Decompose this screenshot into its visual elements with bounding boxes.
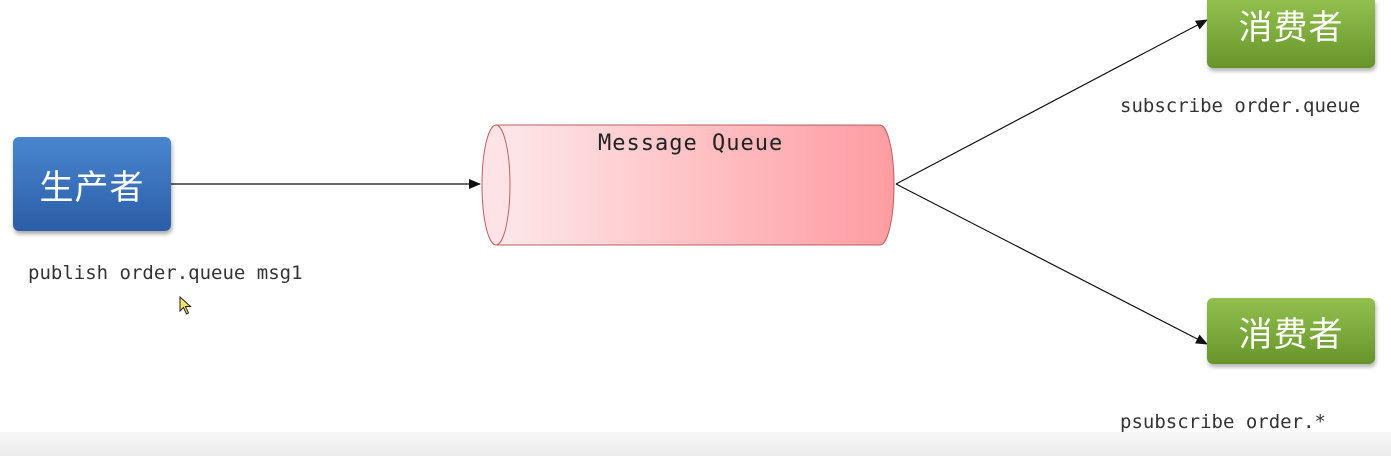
diagram-canvas — [171, 19, 1208, 345]
queue-label: Message Queue — [598, 131, 784, 156]
producer-label: 生产者 — [39, 167, 145, 208]
producer-node: 生产者 — [13, 137, 171, 231]
bottom-bar — [0, 432, 1391, 456]
consumer-2-label: 消费者 — [1238, 314, 1344, 355]
queue-to-consumer-2-arrow — [895, 183, 1208, 345]
producer-command: publish order.queue msg1 — [28, 262, 303, 284]
consumer-1-label: 消费者 — [1238, 8, 1344, 48]
consumer-node-2: 消费者 — [1207, 298, 1375, 364]
consumer-1-command: subscribe order.queue — [1120, 95, 1361, 117]
consumer-2-command: psubscribe order.* — [1120, 411, 1326, 433]
mouse-cursor-icon — [179, 296, 192, 315]
consumer-node-1: 消费者 — [1207, 0, 1375, 68]
